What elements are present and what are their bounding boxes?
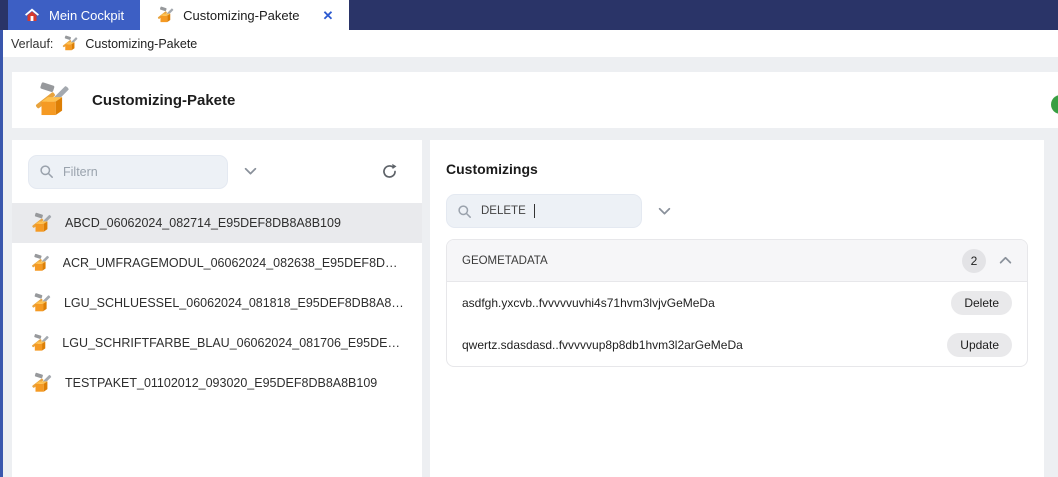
customizings-panel: Customizings GEOMETADATA 2 asdfgh.yxcvb.… xyxy=(430,140,1044,477)
list-item-label: ABCD_06062024_082714_E95DEF8DB8A8B109 xyxy=(65,216,341,230)
home-icon xyxy=(24,7,40,23)
list-item-label: TESTPAKET_01102012_093020_E95DEF8DB8A8B1… xyxy=(65,376,378,390)
tools-icon xyxy=(61,35,78,52)
customizings-search-input[interactable] xyxy=(481,205,533,217)
tab-customizing-pakete[interactable]: Customizing-Pakete ✕ xyxy=(140,0,350,30)
list-item[interactable]: ABCD_06062024_082714_E95DEF8DB8A8B109 xyxy=(12,203,422,243)
list-item[interactable]: ACR_UMFRAGEMODUL_06062024_082638_E95DEF8… xyxy=(12,243,422,283)
list-item-label: LGU_SCHLUESSEL_06062024_081818_E95DEF8DB… xyxy=(63,296,404,310)
page-title: Customizing-Pakete xyxy=(92,91,236,109)
search-icon xyxy=(39,164,54,179)
count-badge: 2 xyxy=(962,248,986,273)
chevron-down-icon xyxy=(658,207,671,216)
package-list-panel: ABCD_06062024_082714_E95DEF8DB8A8B109 AC… xyxy=(12,140,422,477)
filter-input[interactable] xyxy=(63,164,217,179)
text-caret xyxy=(534,204,535,218)
history-link-label: Customizing-Pakete xyxy=(85,36,198,51)
page-header: Customizing-Pakete xyxy=(12,72,1058,128)
customizing-row-text: asdfgh.yxcvb..fvvvvvuvhi4s71hvm3lvjvGeMe… xyxy=(462,296,715,310)
tools-icon xyxy=(156,6,174,24)
history-link-customizing-pakete[interactable]: Customizing-Pakete xyxy=(61,35,197,52)
tools-icon xyxy=(30,212,52,234)
package-list: ABCD_06062024_082714_E95DEF8DB8A8B109 AC… xyxy=(12,203,422,403)
history-label: Verlauf: xyxy=(11,36,54,51)
section-name: GEOMETADATA xyxy=(462,254,548,267)
geometadata-section-header[interactable]: GEOMETADATA 2 xyxy=(447,240,1027,282)
tab-label: Customizing-Pakete xyxy=(183,7,300,23)
customizings-search-row xyxy=(446,194,1044,228)
customizings-title: Customizings xyxy=(446,161,538,177)
refresh-icon xyxy=(381,163,398,180)
tab-label: Mein Cockpit xyxy=(49,7,125,23)
list-item-label: ACR_UMFRAGEMODUL_06062024_082638_E95DEF8… xyxy=(62,256,404,270)
tools-icon xyxy=(30,292,51,314)
collapse-toggle[interactable] xyxy=(999,256,1012,265)
tab-mein-cockpit[interactable]: Mein Cockpit xyxy=(8,0,141,30)
customizing-row: qwertz.sdasdasd..fvvvvvup8p8db1hvm3l2arG… xyxy=(447,324,1027,366)
window-left-border xyxy=(0,30,3,477)
search-icon xyxy=(457,204,472,219)
customizings-dropdown-toggle[interactable] xyxy=(658,207,671,216)
tools-icon xyxy=(32,81,70,119)
list-item[interactable]: LGU_SCHLUESSEL_06062024_081818_E95DEF8DB… xyxy=(12,283,422,323)
list-item[interactable]: LGU_SCHRIFTFARBE_BLAU_06062024_081706_E9… xyxy=(12,323,422,363)
list-item[interactable]: TESTPAKET_01102012_093020_E95DEF8DB8A8B1… xyxy=(12,363,422,403)
history-bar: Verlauf: Customizing-Pakete xyxy=(3,30,1058,57)
close-icon[interactable]: ✕ xyxy=(322,9,333,22)
customizings-search-field[interactable] xyxy=(446,194,642,228)
customizing-row: asdfgh.yxcvb..fvvvvvuvhi4s71hvm3lvjvGeMe… xyxy=(447,282,1027,324)
tools-icon xyxy=(30,372,52,394)
geometadata-section: GEOMETADATA 2 asdfgh.yxcvb..fvvvvvuvhi4s… xyxy=(446,239,1028,367)
filter-dropdown-toggle[interactable] xyxy=(244,167,257,176)
tools-icon xyxy=(30,332,49,354)
chevron-up-icon xyxy=(999,256,1012,265)
filter-field[interactable] xyxy=(28,154,228,189)
chevron-down-icon xyxy=(244,167,257,176)
delete-button[interactable]: Delete xyxy=(951,291,1012,315)
list-item-label: LGU_SCHRIFTFARBE_BLAU_06062024_081706_E9… xyxy=(62,336,404,350)
refresh-button[interactable] xyxy=(381,163,398,180)
tab-bar: Mein Cockpit Customizing-Pakete ✕ xyxy=(0,0,1058,30)
update-button[interactable]: Update xyxy=(947,333,1012,357)
filter-row xyxy=(12,140,422,203)
tools-icon xyxy=(30,252,50,274)
customizing-row-text: qwertz.sdasdasd..fvvvvvup8p8db1hvm3l2arG… xyxy=(462,338,743,352)
